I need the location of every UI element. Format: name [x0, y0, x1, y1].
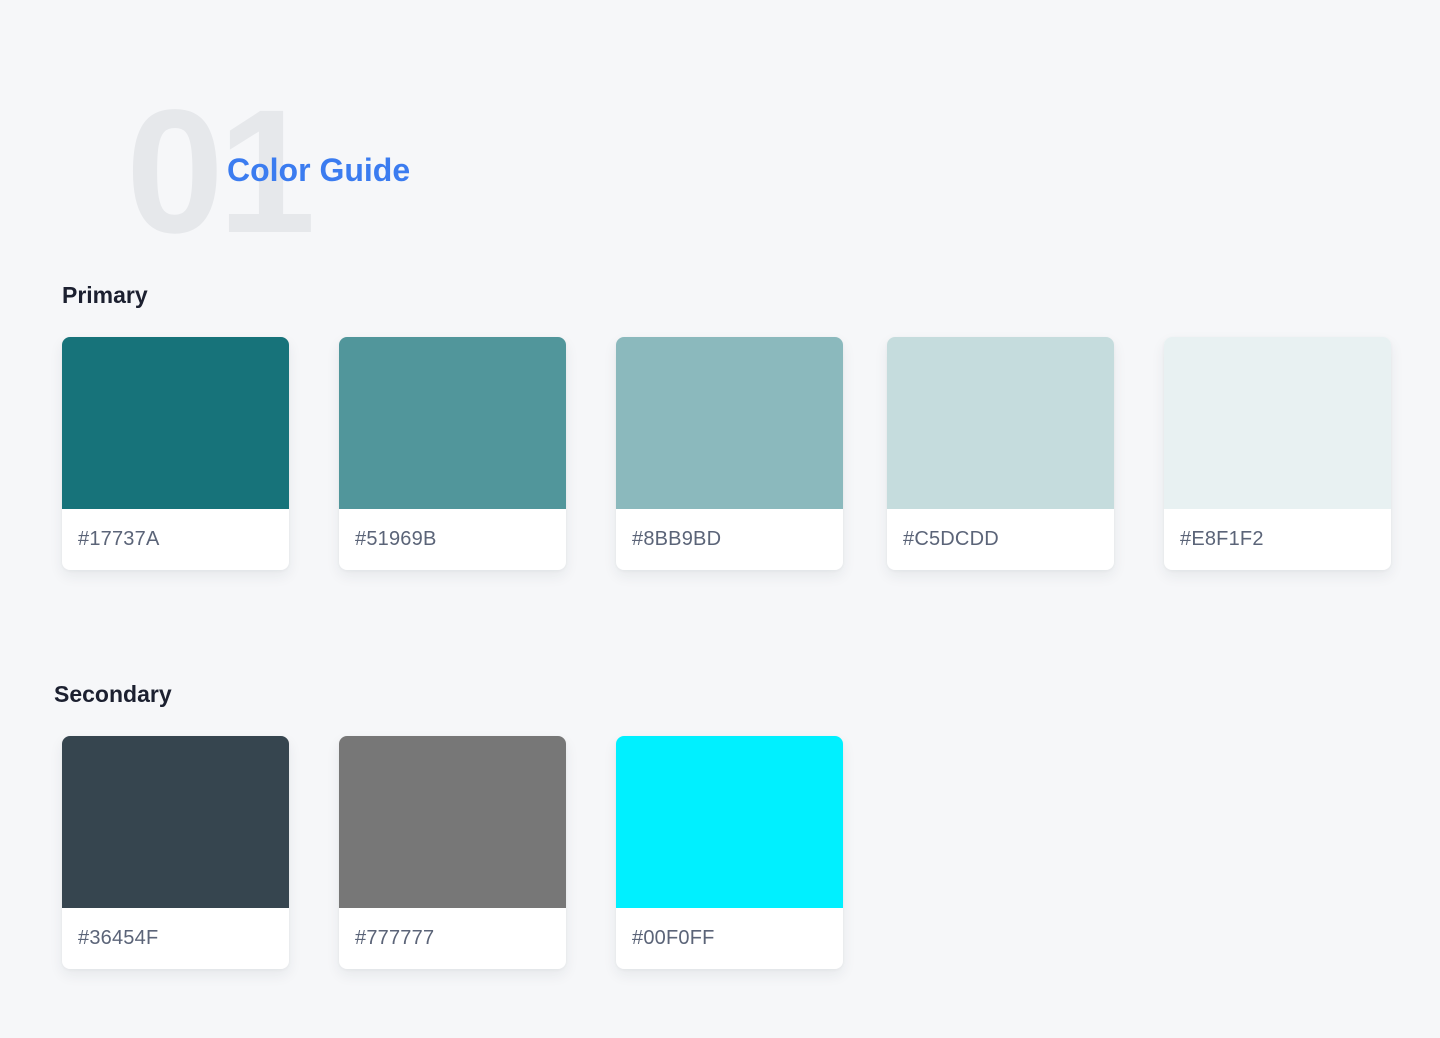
color-swatch	[616, 337, 843, 509]
primary-swatch-row: #17737A #51969B #8BB9BD #C5DCDD #E8F1F2	[0, 337, 1440, 577]
color-swatch	[616, 736, 843, 908]
primary-heading: Primary	[62, 282, 148, 308]
color-swatch	[339, 736, 566, 908]
color-swatch-card[interactable]: #777777	[339, 736, 566, 969]
page-title: Color Guide	[227, 152, 411, 188]
color-swatch	[339, 337, 566, 509]
color-swatch	[887, 337, 1114, 509]
color-swatch-card[interactable]: #17737A	[62, 337, 289, 570]
color-swatch-card[interactable]: #36454F	[62, 736, 289, 969]
color-swatch-card[interactable]: #00F0FF	[616, 736, 843, 969]
color-swatch-card[interactable]: #E8F1F2	[1164, 337, 1391, 570]
color-hex-label: #8BB9BD	[632, 528, 722, 550]
color-swatch	[62, 337, 289, 509]
secondary-swatch-row: #36454F #777777 #00F0FF	[0, 736, 1440, 976]
color-hex-label: #C5DCDD	[903, 528, 999, 550]
color-hex-label: #777777	[355, 927, 435, 949]
color-hex-label: #51969B	[355, 528, 437, 550]
color-swatch	[62, 736, 289, 908]
secondary-heading: Secondary	[54, 681, 172, 707]
color-swatch-card[interactable]: #C5DCDD	[887, 337, 1114, 570]
color-swatch-card[interactable]: #51969B	[339, 337, 566, 570]
color-swatch	[1164, 337, 1391, 509]
color-hex-label: #17737A	[78, 528, 160, 550]
color-hex-label: #00F0FF	[632, 927, 715, 949]
color-hex-label: #E8F1F2	[1180, 528, 1264, 550]
color-hex-label: #36454F	[78, 927, 159, 949]
color-swatch-card[interactable]: #8BB9BD	[616, 337, 843, 570]
